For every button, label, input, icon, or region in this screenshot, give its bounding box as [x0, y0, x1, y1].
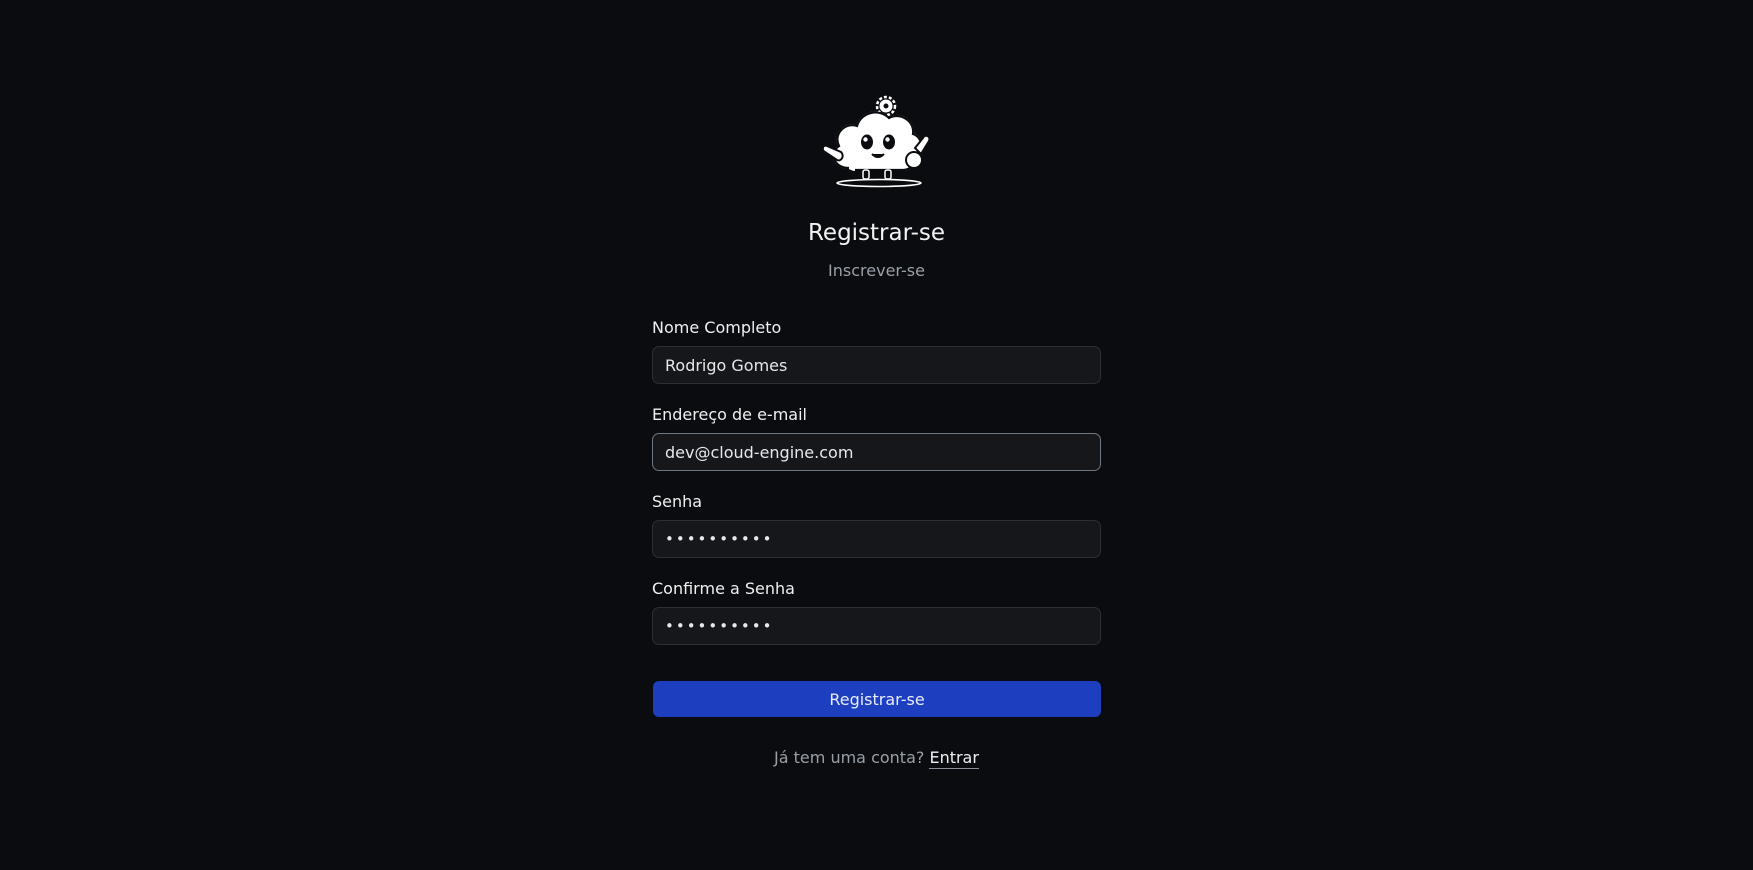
full-name-input[interactable] [652, 346, 1101, 384]
page-title: Registrar-se [807, 220, 946, 246]
signin-prompt: Já tem uma conta? Entrar [652, 748, 1101, 769]
register-card: Registrar-se Inscrever-se Nome Completo … [652, 94, 1101, 769]
full-name-field-group: Nome Completo [652, 318, 1101, 384]
password-input[interactable] [652, 520, 1101, 558]
register-button[interactable]: Registrar-se [653, 681, 1101, 717]
register-page: Registrar-se Inscrever-se Nome Completo … [0, 0, 1753, 870]
register-form: Nome Completo Endereço de e-mail Senha C… [652, 318, 1101, 717]
full-name-label: Nome Completo [652, 318, 782, 337]
cloud-mascot-logo [821, 95, 930, 188]
email-label: Endereço de e-mail [652, 405, 807, 424]
confirm-password-label: Confirme a Senha [652, 579, 795, 598]
password-field-group: Senha [652, 492, 1101, 558]
password-label: Senha [652, 492, 703, 511]
confirm-password-input[interactable] [652, 607, 1101, 645]
signin-prompt-text: Já tem uma conta? [774, 748, 925, 767]
signin-link[interactable]: Entrar [929, 748, 979, 769]
confirm-password-field-group: Confirme a Senha [652, 579, 1101, 645]
email-field-group: Endereço de e-mail [652, 405, 1101, 471]
email-input[interactable] [652, 433, 1101, 471]
page-subtitle: Inscrever-se [828, 261, 925, 280]
